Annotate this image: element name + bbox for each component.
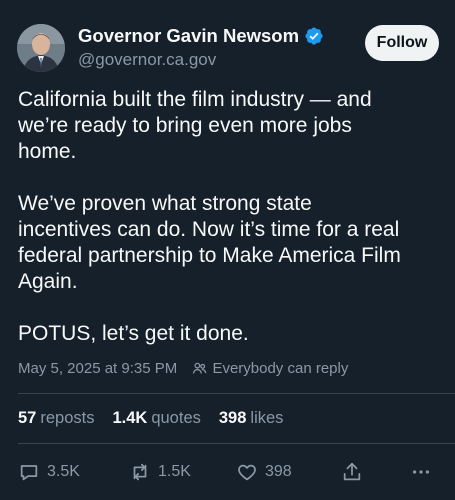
stat-reposts[interactable]: 57 reposts	[18, 409, 94, 428]
reply-count: 3.5K	[47, 463, 80, 480]
name-row: Governor Gavin Newsom	[78, 24, 324, 48]
post-timestamp[interactable]: May 5, 2025 at 9:35 PM	[18, 360, 177, 377]
post-paragraph: California built the film industry — and…	[18, 88, 372, 163]
like-count: 398	[265, 463, 292, 480]
author-display-name[interactable]: Governor Gavin Newsom	[78, 25, 299, 47]
follow-button[interactable]: Follow	[365, 25, 439, 61]
reply-button[interactable]: 3.5K	[18, 459, 80, 485]
like-icon	[238, 464, 256, 481]
quotes-label: quotes	[151, 409, 201, 427]
more-options-button[interactable]	[410, 459, 432, 485]
author-info: Governor Gavin Newsom @governor.ca.gov	[78, 24, 324, 70]
people-icon	[191, 360, 208, 377]
stat-likes[interactable]: 398 likes	[219, 409, 284, 428]
repost-count: 1.5K	[158, 463, 191, 480]
meta-separator	[182, 360, 186, 377]
verified-badge-icon[interactable]	[304, 26, 324, 46]
post-text: California built the film industry — and…	[18, 87, 443, 347]
more-icon	[412, 470, 430, 474]
post-meta: May 5, 2025 at 9:35 PM Everybody can rep…	[18, 360, 348, 377]
reply-icon	[20, 465, 38, 481]
like-button[interactable]: 398	[236, 459, 292, 485]
reposts-label: reposts	[40, 409, 95, 427]
divider	[18, 443, 455, 444]
avatar[interactable]	[17, 24, 65, 72]
divider	[18, 393, 455, 394]
reply-setting[interactable]: Everybody can reply	[212, 360, 348, 377]
author-handle[interactable]: @governor.ca.gov	[78, 50, 324, 70]
reposts-count: 57	[18, 409, 37, 427]
repost-button[interactable]: 1.5K	[129, 459, 191, 485]
likes-label: likes	[250, 409, 284, 427]
quotes-count: 1.4K	[112, 409, 148, 427]
post-card: Governor Gavin Newsom @governor.ca.gov F…	[0, 0, 455, 500]
action-bar: 3.5K 1.5K 398	[18, 459, 438, 485]
share-button[interactable]	[341, 459, 363, 485]
post-stats: 57 reposts 1.4K quotes 398 likes	[18, 409, 301, 428]
repost-icon	[133, 463, 147, 481]
post-paragraph: POTUS, let’s get it done.	[18, 322, 249, 345]
share-icon	[343, 462, 361, 481]
post-paragraph: We’ve proven what strong state incentive…	[18, 192, 401, 293]
stat-quotes[interactable]: 1.4K quotes	[112, 409, 200, 428]
likes-count: 398	[218, 409, 247, 427]
